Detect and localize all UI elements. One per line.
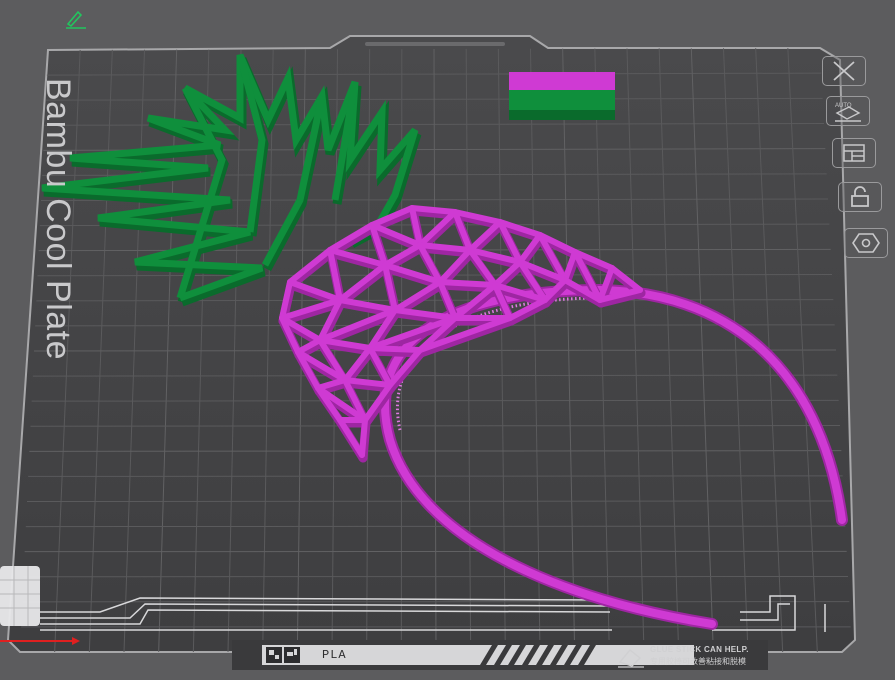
- glue-notice-chinese: 专用胶棒可改善粘接和脱模: [650, 656, 746, 667]
- edit-plate-name-icon[interactable]: [64, 8, 90, 30]
- lattice-strut: [412, 208, 455, 212]
- plate-settings-button[interactable]: [844, 228, 888, 258]
- auto-orient-button[interactable]: AUTO: [826, 96, 870, 126]
- hexagon-settings-icon: [851, 231, 881, 255]
- plate-name-label: Bambu Cool Plate: [38, 78, 77, 360]
- grid-line: [29, 451, 841, 452]
- model-color-swatch: [509, 72, 615, 120]
- 3d-viewport[interactable]: [0, 0, 895, 675]
- lattice-strut: [440, 282, 495, 285]
- glue-notice-english: GLUE STICK CAN HELP.: [650, 645, 749, 654]
- lattice-strut: [362, 420, 365, 455]
- close-icon: [831, 60, 857, 82]
- plate-material-label: PLA: [322, 648, 347, 662]
- lock-plate-button[interactable]: [838, 182, 882, 212]
- svg-text:AUTO: AUTO: [835, 103, 852, 109]
- grid-line: [28, 476, 843, 477]
- close-plate-button[interactable]: [822, 56, 866, 86]
- lock-icon: [847, 185, 873, 209]
- arrange-icon: [841, 142, 867, 164]
- lattice-strut: [370, 348, 420, 350]
- grid-line: [27, 501, 844, 502]
- auto-orient-icon: AUTO: [833, 99, 863, 123]
- arrange-button[interactable]: [832, 138, 876, 168]
